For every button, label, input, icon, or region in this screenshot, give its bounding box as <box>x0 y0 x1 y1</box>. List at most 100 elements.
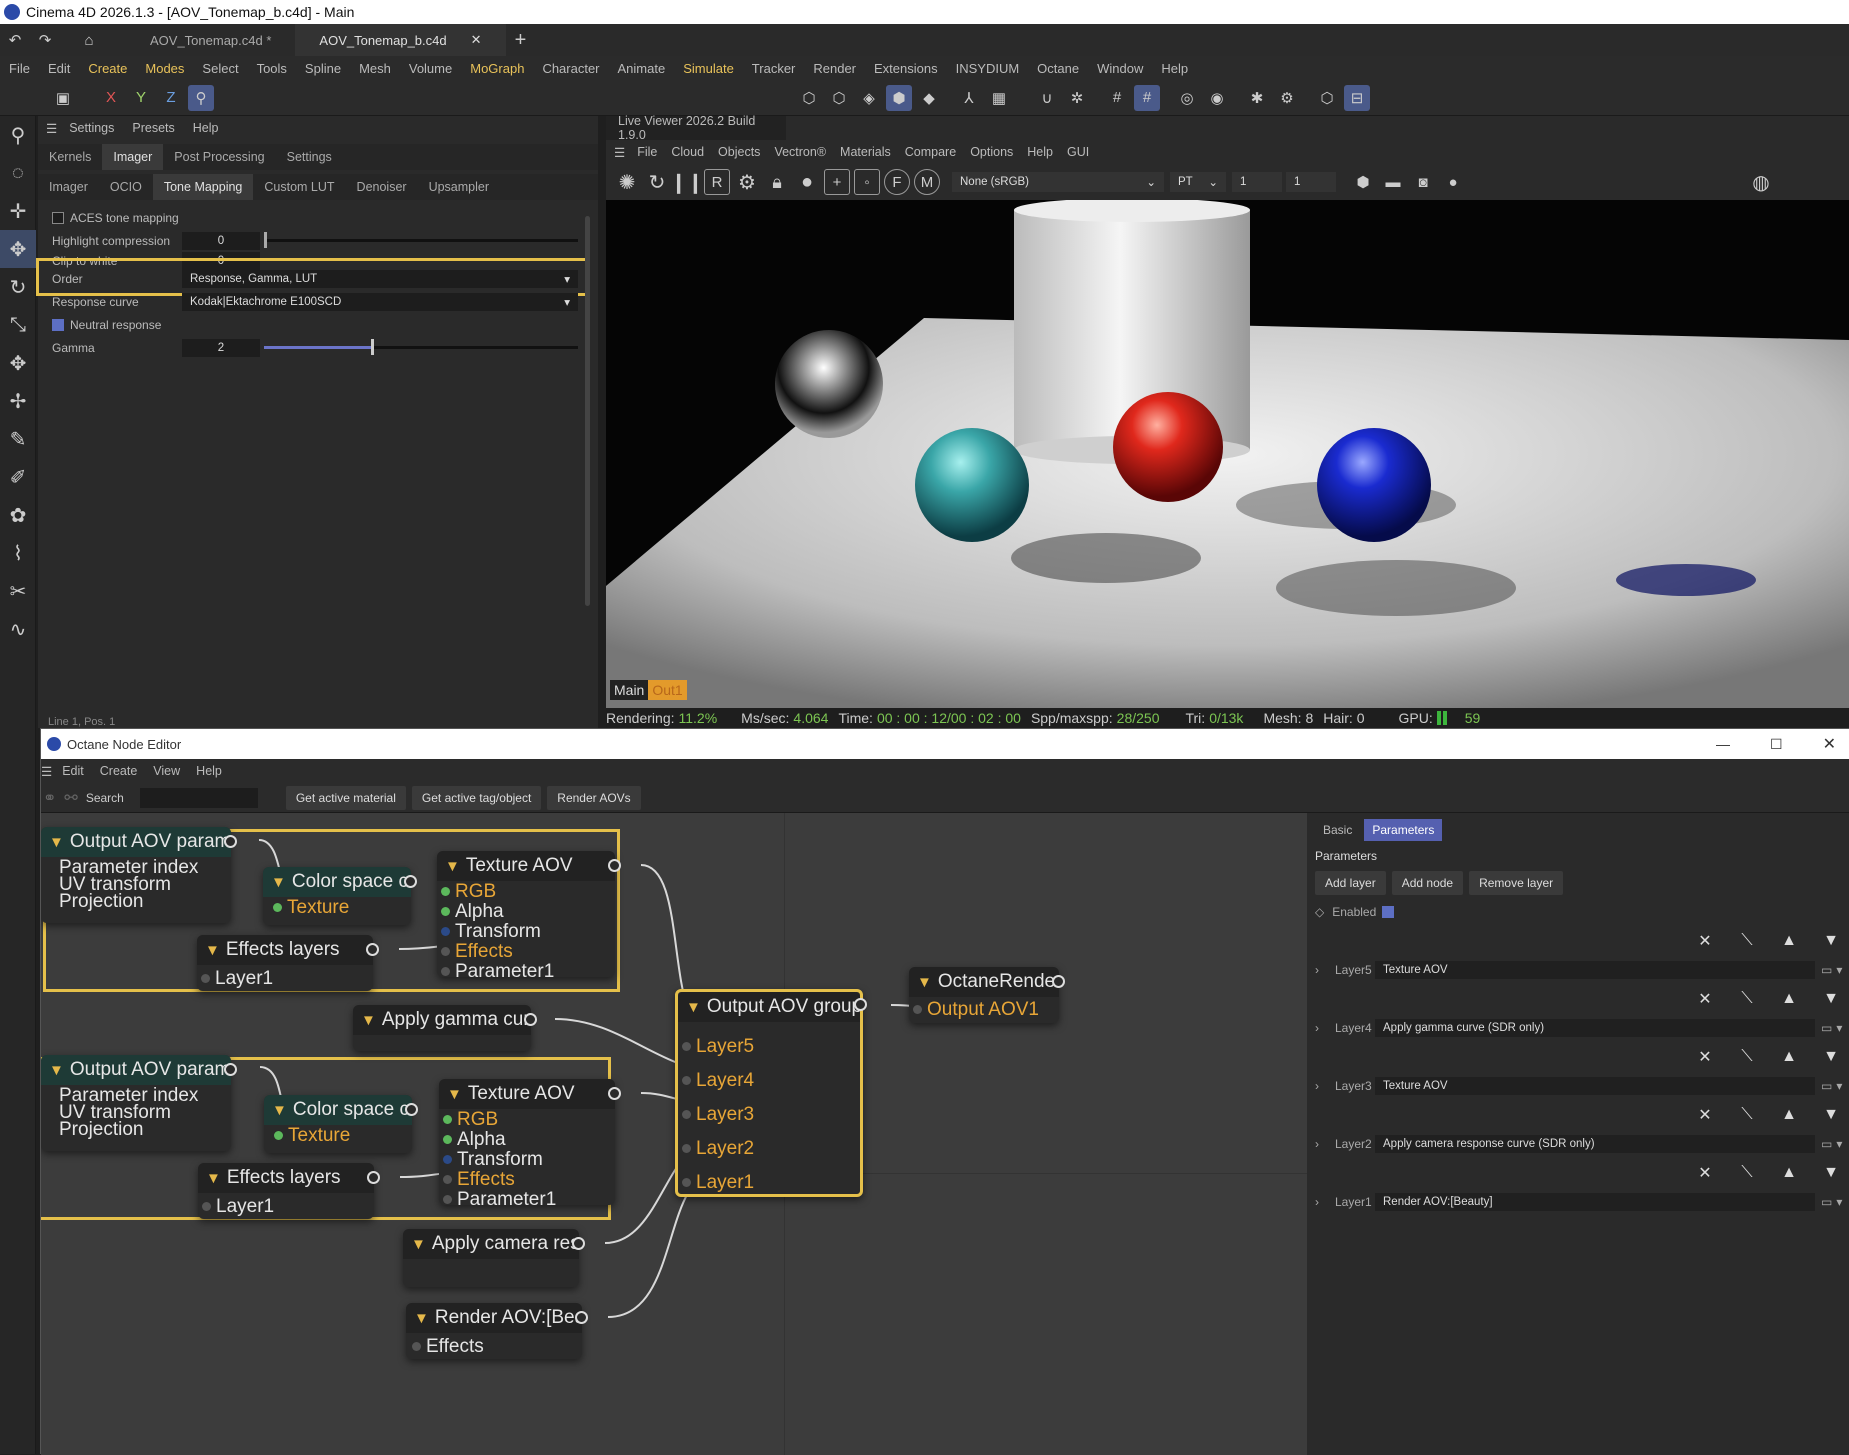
multi-transform-icon[interactable]: ✢ <box>0 382 36 420</box>
gamma-slider[interactable] <box>264 339 578 355</box>
render-view[interactable]: Main Out1 <box>606 200 1849 708</box>
output-pin[interactable] <box>224 1063 237 1076</box>
tweak-icon[interactable]: ✛ <box>0 192 36 230</box>
link-icon[interactable]: ⚭ <box>43 788 56 808</box>
layer-link-icon[interactable]: ▭ <box>1821 1079 1832 1093</box>
layer-value[interactable]: Texture AOV <box>1375 1077 1815 1095</box>
hamburger-icon[interactable]: ☰ <box>41 764 52 779</box>
node-graph-canvas[interactable]: ▼Output AOV paramete Parameter index UV … <box>41 813 1307 1455</box>
kernel-mode-dropdown[interactable]: PT ⌄ <box>1170 172 1226 192</box>
add-tab-icon[interactable]: + <box>508 27 534 53</box>
chevron-right-icon[interactable]: › <box>1315 1021 1335 1035</box>
octanerender-node[interactable]: ▼ OctaneRender Output AOV1 <box>909 967 1065 1023</box>
octane-settings-icon[interactable]: ⊟ <box>1344 84 1370 111</box>
knife-icon[interactable]: ✂ <box>0 572 36 610</box>
ne-menu-edit[interactable]: Edit <box>62 764 84 778</box>
tab-post-processing[interactable]: Post Processing <box>163 144 275 170</box>
edit-icon[interactable]: ⟍ <box>1732 1106 1762 1124</box>
coordinate-system-icon[interactable]: ⚲ <box>188 84 214 111</box>
redo-icon[interactable]: ↷ <box>32 27 58 53</box>
subtab-custom-lut[interactable]: Custom LUT <box>253 174 345 200</box>
highlight-slider[interactable] <box>264 232 578 248</box>
move-up-icon[interactable]: ▲ <box>1774 1048 1804 1066</box>
texture-aov-node-2[interactable]: ▼ Texture AOV RGB Alpha Transform Effects… <box>439 1079 621 1210</box>
pause-icon[interactable]: ❙❙ <box>670 169 704 195</box>
menu-extensions[interactable]: Extensions <box>874 61 938 76</box>
output-pin[interactable] <box>608 1087 621 1100</box>
move-up-icon[interactable]: ▲ <box>1774 1106 1804 1124</box>
remove-layer-button[interactable]: Remove layer <box>1469 871 1564 895</box>
order-dropdown[interactable]: Response, Gamma, LUT ▾ <box>182 269 578 288</box>
layer-link-icon[interactable]: ▭ <box>1821 1137 1832 1151</box>
aces-checkbox[interactable] <box>52 211 64 224</box>
send-scene-icon[interactable]: ✺ <box>614 169 640 195</box>
pen-icon[interactable]: ✎ <box>0 420 36 458</box>
viewer-menu-objects[interactable]: Objects <box>718 145 760 159</box>
menu-spline[interactable]: Spline <box>305 61 341 76</box>
menu-mesh[interactable]: Mesh <box>359 61 391 76</box>
move-down-icon[interactable]: ▼ <box>1816 1164 1846 1182</box>
cube-icon[interactable]: ⬡ <box>796 85 822 111</box>
undo-icon[interactable]: ↶ <box>2 27 28 53</box>
viewer-menu-compare[interactable]: Compare <box>905 145 956 159</box>
layer-row[interactable]: › Layer5 Texture AOV ▭ ▾ <box>1307 959 1849 981</box>
render-aov-beauty-node[interactable]: ▼Render AOV:[Beaut Effects <box>406 1303 588 1359</box>
x-axis-toggle[interactable]: X <box>98 85 124 111</box>
delete-icon[interactable]: ✕ <box>1690 931 1720 951</box>
menu-mograph[interactable]: MoGraph <box>470 61 524 76</box>
viewer-menu-gui[interactable]: GUI <box>1067 145 1089 159</box>
rectangle-icon[interactable]: ▬ <box>1380 169 1406 195</box>
sphere-icon[interactable]: ● <box>794 169 820 195</box>
apply-camera-response-node[interactable]: ▼ Apply camera resp <box>403 1229 585 1287</box>
live-select-icon[interactable]: ◌ <box>0 154 36 192</box>
out-tag[interactable]: Out1 <box>648 680 687 700</box>
output-aov-param-node-1[interactable]: ▼Output AOV paramete Parameter index UV … <box>41 827 237 923</box>
chevron-right-icon[interactable]: › <box>1315 963 1335 977</box>
pick-focus-icon[interactable]: ◦ <box>854 169 880 195</box>
layer-value[interactable]: Apply gamma curve (SDR only) <box>1375 1019 1815 1037</box>
field-1[interactable]: 1 <box>1232 172 1282 192</box>
edit-icon[interactable]: ⟍ <box>1732 1164 1762 1182</box>
unlink-icon[interactable]: ⚯ <box>64 788 77 808</box>
gamma-field[interactable]: 2 <box>182 338 260 357</box>
attr-scrollbar[interactable] <box>585 216 590 606</box>
restart-icon[interactable]: ↻ <box>644 169 670 195</box>
field-2[interactable]: 1 <box>1286 172 1336 192</box>
output-pin[interactable] <box>575 1311 588 1324</box>
ne-menu-help[interactable]: Help <box>196 764 222 778</box>
add-layer-button[interactable]: Add layer <box>1315 871 1386 895</box>
menu-volume[interactable]: Volume <box>409 61 452 76</box>
chevron-down-icon[interactable]: ▾ <box>1836 1079 1842 1093</box>
y-axis-toggle[interactable]: Y <box>128 85 154 111</box>
edge-mode-icon[interactable]: ◈ <box>856 85 882 111</box>
octane-icon[interactable]: ⬡ <box>1314 85 1340 111</box>
edit-icon[interactable]: ⟍ <box>1732 932 1762 950</box>
layer-value[interactable]: Apply camera response curve (SDR only) <box>1375 1135 1815 1153</box>
attr-menu-settings[interactable]: Settings <box>69 121 114 135</box>
edit-icon[interactable]: ⟍ <box>1732 990 1762 1008</box>
move-down-icon[interactable]: ▼ <box>1816 1106 1846 1124</box>
effects-layers-node-2[interactable]: ▼ Effects layers Layer1 <box>198 1163 380 1219</box>
spline-pen-icon[interactable]: ✐ <box>0 458 36 496</box>
viewer-menu-options[interactable]: Options <box>970 145 1013 159</box>
viewer-menu-file[interactable]: File <box>637 145 657 159</box>
layer-link-icon[interactable]: ▭ <box>1821 1195 1832 1209</box>
render-settings-icon[interactable]: ◉ <box>1204 85 1230 111</box>
output-pin[interactable] <box>524 1013 537 1026</box>
menu-simulate[interactable]: Simulate <box>683 61 734 76</box>
hamburger-icon[interactable]: ☰ <box>614 145 625 160</box>
viewer-menu-help[interactable]: Help <box>1027 145 1053 159</box>
menu-octane[interactable]: Octane <box>1037 61 1079 76</box>
menu-render[interactable]: Render <box>813 61 856 76</box>
menu-select[interactable]: Select <box>202 61 238 76</box>
layer-row[interactable]: › Layer2 Apply camera response curve (SDR … <box>1307 1133 1849 1155</box>
material-pick-icon[interactable]: M <box>914 169 940 195</box>
output-pin[interactable] <box>367 1171 380 1184</box>
menu-modes[interactable]: Modes <box>145 61 184 76</box>
doc-tab-aov-tonemap-b[interactable]: AOV_Tonemap_b.c4d ✕ <box>295 24 506 56</box>
clay-mode-icon[interactable]: ◍ <box>1748 169 1774 195</box>
close-icon[interactable]: ✕ <box>471 32 482 48</box>
attr-menu-help[interactable]: Help <box>193 121 219 135</box>
chevron-right-icon[interactable]: › <box>1315 1195 1335 1209</box>
move-down-icon[interactable]: ▼ <box>1816 990 1846 1008</box>
